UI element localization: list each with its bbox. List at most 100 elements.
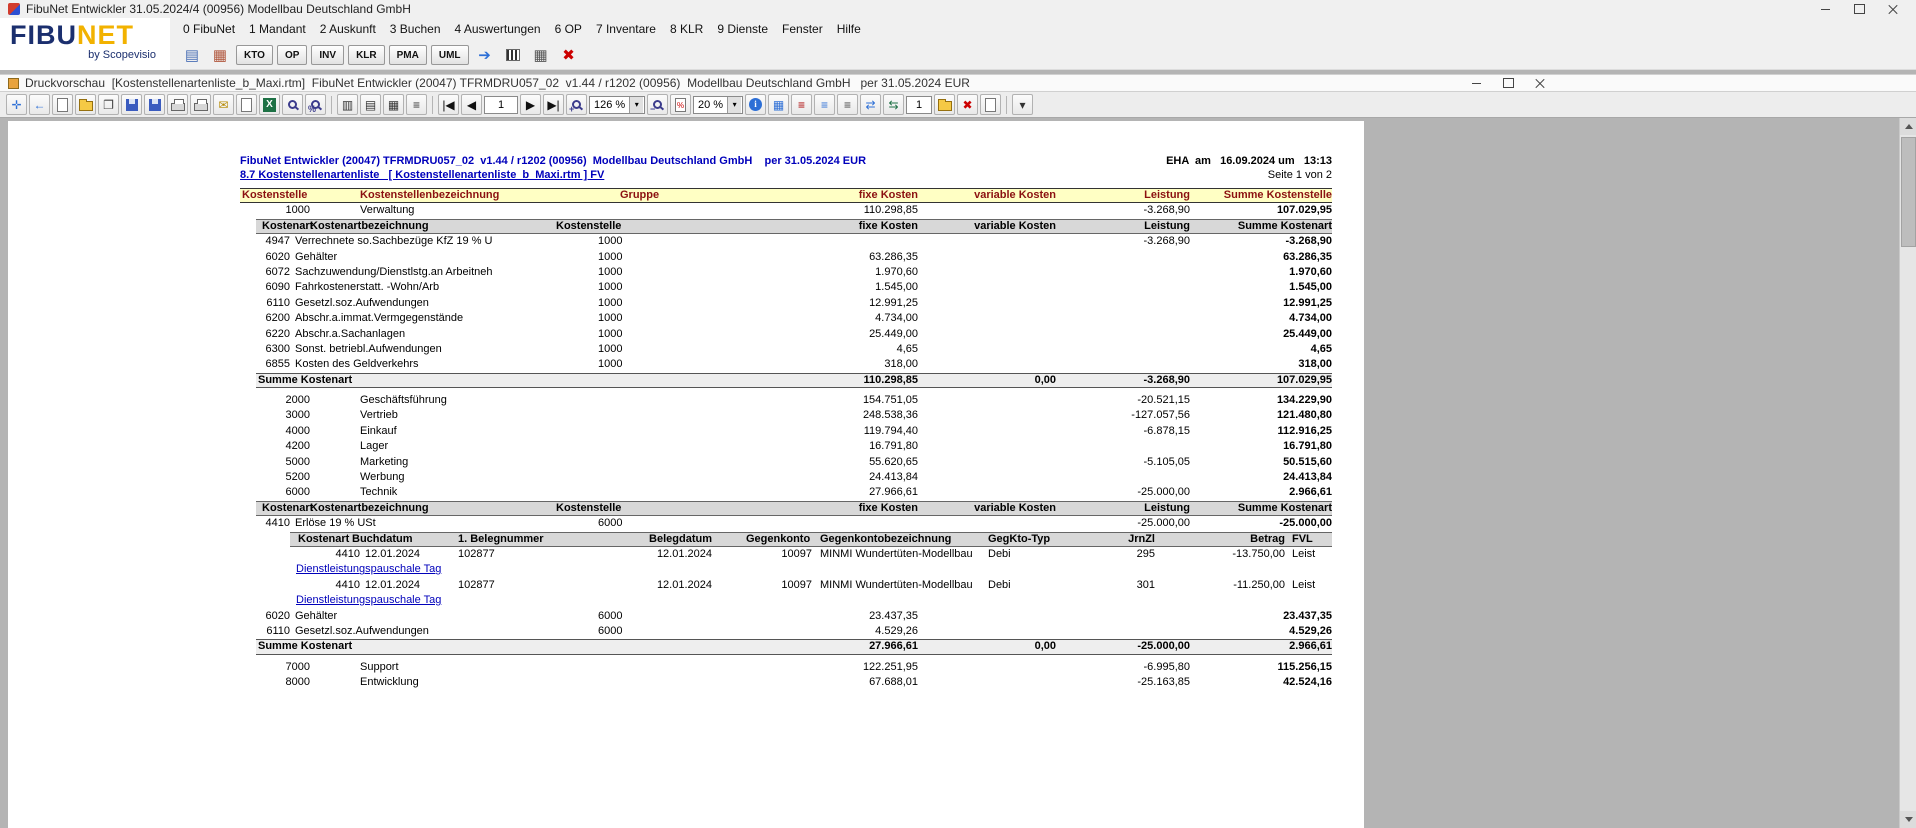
- kostenstelle-row[interactable]: 5200Werbung24.413,8424.413,84: [240, 470, 1332, 485]
- tree-levels-icon[interactable]: ≡: [837, 94, 858, 115]
- kostenart-row[interactable]: 4947Verrechnete so.Sachbezüge KfZ 19 % U…: [256, 234, 1332, 249]
- kostenart-row[interactable]: 6220Abschr.a.Sachanlagen100025.449,0025.…: [256, 327, 1332, 342]
- next-page-icon[interactable]: ▶: [520, 94, 541, 115]
- menu-item-1[interactable]: 1 Mandant: [242, 18, 313, 40]
- klr-button[interactable]: KLR: [348, 45, 385, 65]
- prev-page-icon[interactable]: ◀: [461, 94, 482, 115]
- maximize-icon[interactable]: [1842, 0, 1876, 18]
- report-info-icon[interactable]: [980, 94, 1001, 115]
- cancel-icon[interactable]: ✖: [957, 94, 978, 115]
- preview-close-icon[interactable]: [1524, 74, 1556, 92]
- kostenstelle-row[interactable]: 8000Entwicklung67.688,01-25.163,8542.524…: [240, 675, 1332, 690]
- menu-item-7[interactable]: 8 KLR: [663, 18, 710, 40]
- chevron-down-icon[interactable]: ▾: [727, 97, 741, 113]
- uml-button[interactable]: UML: [431, 45, 469, 65]
- menu-item-3[interactable]: 3 Buchen: [383, 18, 448, 40]
- calculator-icon[interactable]: ▦: [529, 43, 553, 67]
- menu-item-8[interactable]: 9 Dienste: [710, 18, 775, 40]
- save-as-icon[interactable]: [144, 94, 165, 115]
- chevron-down-icon[interactable]: ▾: [629, 97, 643, 113]
- first-page-icon[interactable]: |◀: [438, 94, 459, 115]
- menu-item-2[interactable]: 2 Auskunft: [313, 18, 383, 40]
- kostenstelle-row[interactable]: 4200Lager16.791,8016.791,80: [240, 439, 1332, 454]
- copy-icon[interactable]: ❐: [98, 94, 119, 115]
- kostenart-row[interactable]: 4410Erlöse 19 % USt6000-25.000,00-25.000…: [256, 516, 1332, 531]
- search-icon[interactable]: [282, 94, 303, 115]
- tree-expand-icon[interactable]: ≡: [814, 94, 835, 115]
- kostenart-row[interactable]: 6110Gesetzl.soz.Aufwendungen60004.529,26…: [256, 624, 1332, 639]
- copies-folder-icon[interactable]: [934, 94, 955, 115]
- two-pages-icon[interactable]: ▦: [383, 94, 404, 115]
- print-icon[interactable]: [167, 94, 188, 115]
- print-setup-icon[interactable]: [190, 94, 211, 115]
- kostenart-row[interactable]: 6090Fahrkostenerstatt. -Wohn/Arb10001.54…: [256, 280, 1332, 295]
- barcode-icon[interactable]: [501, 43, 525, 67]
- close-icon[interactable]: [1876, 0, 1910, 18]
- tree-collapse-icon[interactable]: ≡: [791, 94, 812, 115]
- scroll-down-icon[interactable]: [1900, 811, 1916, 828]
- new-page-icon[interactable]: [52, 94, 73, 115]
- scale-select[interactable]: 20 %▾: [693, 96, 743, 114]
- save-icon[interactable]: [121, 94, 142, 115]
- inv-button[interactable]: INV: [311, 45, 344, 65]
- search-percent-icon[interactable]: %: [305, 94, 326, 115]
- scrollbar-thumb[interactable]: [1901, 137, 1916, 247]
- toolbar-overflow-icon[interactable]: ▾: [1012, 94, 1033, 115]
- preview-maximize-icon[interactable]: [1492, 74, 1524, 92]
- flow-next-icon[interactable]: ⇆: [883, 94, 904, 115]
- kostenstelle-row[interactable]: 3000Vertrieb248.538,36-127.057,56121.480…: [240, 408, 1332, 423]
- zoom-in-icon[interactable]: +: [566, 94, 587, 115]
- menu-item-0[interactable]: 0 FibuNet: [176, 18, 242, 40]
- flow-prev-icon[interactable]: ⇄: [860, 94, 881, 115]
- op-button[interactable]: OP: [277, 45, 307, 65]
- buchung-row[interactable]: 441012.01.202410287712.01.202410097MINMI…: [290, 578, 1332, 593]
- menu-item-4[interactable]: 4 Auswertungen: [448, 18, 548, 40]
- email-icon[interactable]: ✉: [213, 94, 234, 115]
- kostenart-row[interactable]: 6110Gesetzl.soz.Aufwendungen100012.991,2…: [256, 296, 1332, 311]
- kostenstelle-row[interactable]: 6000Technik27.966,61-25.000,002.966,61: [240, 485, 1332, 500]
- scroll-up-icon[interactable]: [1900, 118, 1916, 135]
- excel-export-icon[interactable]: X: [259, 94, 280, 115]
- last-page-icon[interactable]: ▶|: [543, 94, 564, 115]
- pan-icon[interactable]: ✛: [6, 94, 27, 115]
- export-icon[interactable]: ➔: [473, 43, 497, 67]
- kto-button[interactable]: KTO: [236, 45, 273, 65]
- kostenstelle-row[interactable]: 4000Einkauf119.794,40-6.878,15112.916,25: [240, 424, 1332, 439]
- scale-page-icon[interactable]: %: [670, 94, 691, 115]
- text-view-icon[interactable]: ≡: [406, 94, 427, 115]
- page-export-icon[interactable]: [236, 94, 257, 115]
- kostenart-row[interactable]: 6020Gehälter100063.286,3563.286,35: [256, 250, 1332, 265]
- menu-item-9[interactable]: Fenster: [775, 18, 830, 40]
- kostenstelle-row[interactable]: 1000Verwaltung110.298,85-3.268,90107.029…: [240, 203, 1332, 218]
- copies-input[interactable]: 1: [906, 96, 932, 114]
- menu-item-6[interactable]: 7 Inventare: [589, 18, 663, 40]
- page-number-input[interactable]: 1: [484, 96, 518, 114]
- open-folder-icon[interactable]: [75, 94, 96, 115]
- vertical-scrollbar[interactable]: [1899, 118, 1916, 828]
- back-page-icon[interactable]: ←: [29, 94, 50, 115]
- kostenart-row[interactable]: 6200Abschr.a.immat.Vermgegenstände10004.…: [256, 311, 1332, 326]
- kostenart-row[interactable]: 6072Sachzuwendung/Dienstlstg.an Arbeitne…: [256, 265, 1332, 280]
- preview-minimize-icon[interactable]: [1460, 74, 1492, 92]
- kostenart-row[interactable]: 6020Gehälter600023.437,3523.437,35: [256, 609, 1332, 624]
- table-icon[interactable]: ▦: [768, 94, 789, 115]
- pma-button[interactable]: PMA: [389, 45, 427, 65]
- kostenart-row[interactable]: 6855Kosten des Geldverkehrs1000318,00318…: [256, 357, 1332, 372]
- cell: Abschr.a.immat.Vermgegenstände: [295, 311, 463, 326]
- kostenstelle-row[interactable]: 5000Marketing55.620,65-5.105,0550.515,60: [240, 455, 1332, 470]
- kostenstelle-row[interactable]: 2000Geschäftsführung154.751,05-20.521,15…: [240, 393, 1332, 408]
- menu-item-10[interactable]: Hilfe: [830, 18, 868, 40]
- kostenart-row[interactable]: 6300Sonst. betriebl.Aufwendungen10004,65…: [256, 342, 1332, 357]
- whole-page-icon[interactable]: ▥: [337, 94, 358, 115]
- calendar-icon[interactable]: ▦: [208, 43, 232, 67]
- accounts-icon[interactable]: ▤: [180, 43, 204, 67]
- zoom-out-icon[interactable]: −: [647, 94, 668, 115]
- zoom-select[interactable]: 126 %▾: [589, 96, 645, 114]
- page-width-icon[interactable]: ▤: [360, 94, 381, 115]
- info-icon[interactable]: i: [745, 94, 766, 115]
- minimize-icon[interactable]: [1808, 0, 1842, 18]
- kostenstelle-row[interactable]: 7000Support122.251,95-6.995,80115.256,15: [240, 660, 1332, 675]
- buchung-row[interactable]: 441012.01.202410287712.01.202410097MINMI…: [290, 547, 1332, 562]
- exit-icon[interactable]: ✖: [557, 43, 581, 67]
- menu-item-5[interactable]: 6 OP: [548, 18, 589, 40]
